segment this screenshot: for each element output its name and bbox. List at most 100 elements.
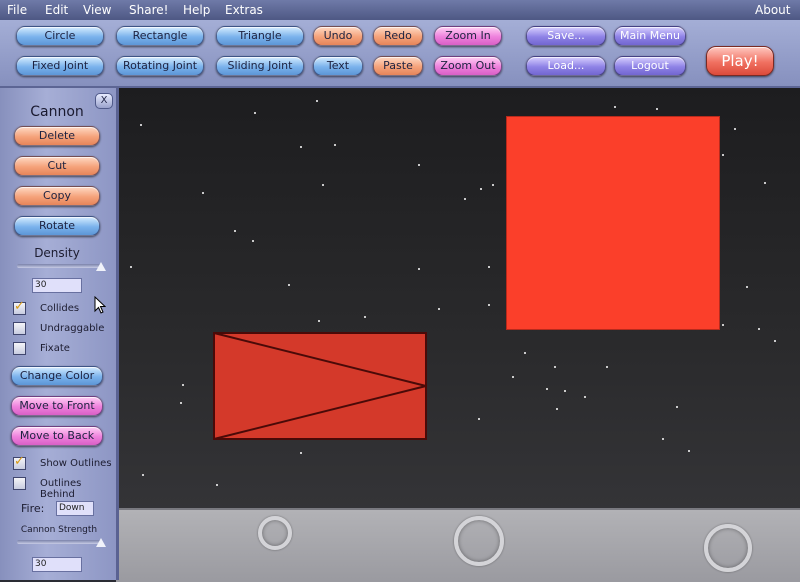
star-dot xyxy=(524,352,526,354)
fire-label: Fire: xyxy=(21,502,45,515)
move-to-back-button[interactable]: Move to Back xyxy=(11,426,103,446)
undraggable-checkbox[interactable] xyxy=(13,322,26,335)
zoom-out-button[interactable]: Zoom Out xyxy=(434,56,502,76)
load-button[interactable]: Load... xyxy=(526,56,606,76)
logout-button[interactable]: Logout xyxy=(614,56,686,76)
text-button[interactable]: Text xyxy=(313,56,363,76)
star-dot xyxy=(438,308,440,310)
cut-button[interactable]: Cut xyxy=(14,156,100,176)
ground-ring-small xyxy=(258,516,292,550)
star-dot xyxy=(676,406,678,408)
rotating-joint-button[interactable]: Rotating Joint xyxy=(116,56,204,76)
rotate-button[interactable]: Rotate xyxy=(14,216,100,236)
panel-title: Cannon xyxy=(30,104,84,120)
move-to-front-button[interactable]: Move to Front xyxy=(11,396,103,416)
star-dot xyxy=(322,184,324,186)
star-dot xyxy=(722,324,724,326)
circle-button[interactable]: Circle xyxy=(16,26,104,46)
star-dot xyxy=(488,304,490,306)
density-slider[interactable] xyxy=(17,264,101,268)
save-button[interactable]: Save... xyxy=(526,26,606,46)
menu-about[interactable]: About xyxy=(755,3,790,17)
playfield-canvas[interactable] xyxy=(116,88,800,510)
star-dot xyxy=(492,184,494,186)
zoom-in-button[interactable]: Zoom In xyxy=(434,26,502,46)
star-dot xyxy=(140,124,142,126)
cannon-shape[interactable] xyxy=(213,332,429,442)
menu-share[interactable]: Share! xyxy=(129,3,168,17)
cannon-strength-slider[interactable] xyxy=(17,540,101,544)
star-dot xyxy=(182,384,184,386)
undraggable-label: Undraggable xyxy=(40,323,105,334)
cannon-strength-slider-thumb[interactable] xyxy=(96,538,106,547)
show-outlines-checkbox[interactable]: ✓ xyxy=(13,454,26,470)
square-shape[interactable] xyxy=(506,116,720,330)
fire-direction-field[interactable]: Down xyxy=(56,501,94,516)
menu-help[interactable]: Help xyxy=(183,3,210,17)
menu-view[interactable]: View xyxy=(83,3,111,17)
cannon-strength-value-field[interactable]: 30 xyxy=(32,557,82,572)
star-dot xyxy=(234,230,236,232)
star-dot xyxy=(556,408,558,410)
star-dot xyxy=(480,188,482,190)
ground-floor xyxy=(116,508,800,582)
star-dot xyxy=(488,266,490,268)
star-dot xyxy=(606,366,608,368)
copy-button[interactable]: Copy xyxy=(14,186,100,206)
cannon-strength-label: Cannon Strength xyxy=(20,525,98,535)
star-dot xyxy=(764,182,766,184)
star-dot xyxy=(662,438,664,440)
star-dot xyxy=(584,396,586,398)
play-button[interactable]: Play! xyxy=(706,46,774,76)
star-dot xyxy=(300,146,302,148)
star-dot xyxy=(614,106,616,108)
star-dot xyxy=(564,390,566,392)
density-slider-thumb[interactable] xyxy=(96,262,106,271)
ground-ring-large xyxy=(454,516,504,566)
star-dot xyxy=(512,376,514,378)
star-dot xyxy=(316,100,318,102)
star-dot xyxy=(758,328,760,330)
collides-checkbox[interactable]: ✓ xyxy=(13,299,26,315)
checkmark-icon: ✓ xyxy=(14,454,25,469)
star-dot xyxy=(180,402,182,404)
mouse-pointer-icon xyxy=(94,296,106,314)
menu-bar: File Edit View Share! Help Extras About xyxy=(0,0,800,20)
star-dot xyxy=(746,286,748,288)
star-dot xyxy=(688,450,690,452)
sliding-joint-button[interactable]: Sliding Joint xyxy=(216,56,304,76)
outlines-behind-checkbox[interactable] xyxy=(13,477,26,490)
star-dot xyxy=(554,366,556,368)
fixed-joint-button[interactable]: Fixed Joint xyxy=(16,56,104,76)
star-dot xyxy=(142,474,144,476)
density-value-field[interactable]: 30 xyxy=(32,278,82,293)
star-dot xyxy=(300,452,302,454)
fixate-label: Fixate xyxy=(40,343,70,354)
change-color-button[interactable]: Change Color xyxy=(11,366,103,386)
star-dot xyxy=(722,154,724,156)
rectangle-button[interactable]: Rectangle xyxy=(116,26,204,46)
star-dot xyxy=(464,198,466,200)
paste-button[interactable]: Paste xyxy=(373,56,423,76)
show-outlines-label: Show Outlines xyxy=(40,458,112,469)
density-label: Density xyxy=(34,246,80,260)
redo-button[interactable]: Redo xyxy=(373,26,423,46)
toolbar: Circle Rectangle Triangle Undo Redo Zoom… xyxy=(0,20,800,88)
star-dot xyxy=(254,112,256,114)
triangle-button[interactable]: Triangle xyxy=(216,26,304,46)
menu-file[interactable]: File xyxy=(7,3,27,17)
main-menu-button[interactable]: Main Menu xyxy=(614,26,686,46)
star-dot xyxy=(334,144,336,146)
star-dot xyxy=(734,128,736,130)
menu-edit[interactable]: Edit xyxy=(45,3,68,17)
outlines-behind-label: Outlines Behind xyxy=(40,478,82,500)
ground-ring-right xyxy=(704,524,752,572)
collides-label: Collides xyxy=(40,303,80,314)
undo-button[interactable]: Undo xyxy=(313,26,363,46)
delete-button[interactable]: Delete xyxy=(14,126,100,146)
star-dot xyxy=(130,266,132,268)
menu-extras[interactable]: Extras xyxy=(225,3,263,17)
star-dot xyxy=(546,388,548,390)
star-dot xyxy=(288,284,290,286)
fixate-checkbox[interactable] xyxy=(13,342,26,355)
